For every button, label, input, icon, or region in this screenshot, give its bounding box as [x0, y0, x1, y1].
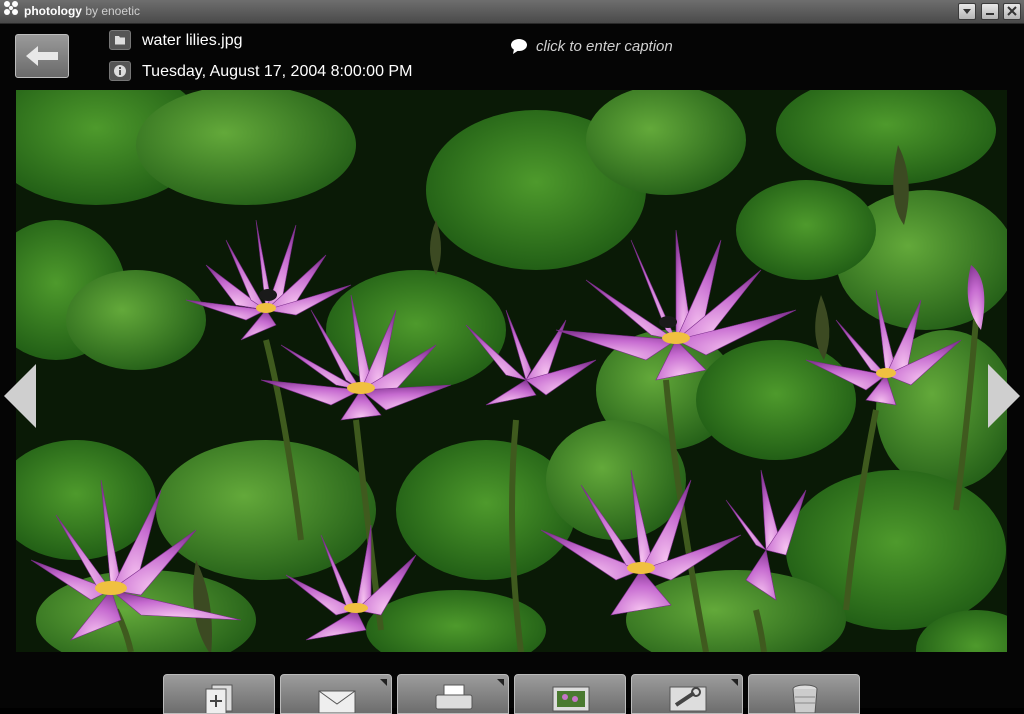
minimize-button[interactable] [981, 3, 999, 20]
photo-date: Tuesday, August 17, 2004 8:00:00 PM [142, 63, 413, 80]
title-bar[interactable]: photology by enoetic [0, 0, 1024, 24]
triangle-right-icon [988, 364, 1020, 428]
back-button[interactable] [15, 34, 69, 78]
add-photos-icon [205, 684, 233, 713]
bottom-toolbar [160, 674, 864, 714]
arrow-left-icon [26, 46, 58, 66]
photo-display[interactable] [16, 90, 1007, 652]
viewer-area: water lilies.jpg Tuesday, August 17, 200… [0, 24, 1024, 714]
folder-icon [109, 30, 131, 50]
app-by: by enoetic [85, 4, 141, 18]
caption-field[interactable]: click to enter caption [510, 38, 673, 55]
speech-bubble-icon [511, 39, 527, 54]
menu-corner-icon [497, 679, 504, 686]
close-button[interactable] [1003, 3, 1021, 20]
app-title: photology by enoetic [24, 4, 140, 18]
chevron-down-icon [963, 9, 971, 14]
edit-tools-button[interactable] [631, 674, 743, 714]
minimize-icon [986, 13, 994, 15]
envelope-icon [318, 690, 356, 713]
add-to-album-button[interactable] [163, 674, 275, 714]
menu-corner-icon [731, 679, 738, 686]
next-photo-button[interactable] [988, 364, 1020, 428]
caption-placeholder: click to enter caption [536, 38, 673, 55]
trash-icon [792, 684, 818, 713]
printer-icon [435, 684, 473, 710]
close-icon [1007, 6, 1017, 16]
app-name: photology [24, 4, 82, 18]
print-button[interactable] [397, 674, 509, 714]
photology-logo-icon [4, 1, 18, 15]
picture-icon [552, 686, 590, 712]
delete-button[interactable] [748, 674, 860, 714]
triangle-left-icon [4, 364, 36, 428]
info-icon [109, 61, 131, 81]
email-button[interactable] [280, 674, 392, 714]
previous-photo-button[interactable] [4, 364, 36, 428]
water-lilies-image [16, 90, 1007, 652]
menu-corner-icon [380, 679, 387, 686]
file-name[interactable]: water lilies.jpg [142, 32, 242, 50]
window-menu-button[interactable] [958, 3, 976, 20]
wrench-icon [669, 686, 707, 712]
set-wallpaper-button[interactable] [514, 674, 626, 714]
